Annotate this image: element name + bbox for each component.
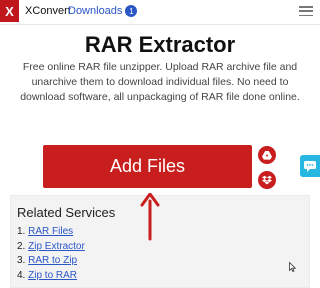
brand-name[interactable]: XConvert xyxy=(25,5,71,17)
related-services-heading: Related Services xyxy=(17,205,116,220)
page-title: RAR Extractor xyxy=(84,32,236,57)
downloads-link[interactable]: Downloads 1 xyxy=(68,5,138,17)
chat-icon xyxy=(304,160,316,172)
list-item: 4. Zip to RAR xyxy=(17,269,78,281)
chat-widget[interactable] xyxy=(300,155,320,177)
google-drive-icon xyxy=(262,150,272,160)
zip-to-rar-link[interactable]: Zip to RAR xyxy=(28,270,77,281)
list-item: 2. Zip Extractor xyxy=(17,240,85,252)
zip-extractor-link[interactable]: Zip Extractor xyxy=(28,241,85,252)
dropbox-icon xyxy=(262,175,272,185)
google-drive-button[interactable] xyxy=(258,146,276,164)
top-navigation: X XConvert Downloads 1 xyxy=(0,0,320,24)
related-services-list: 1. RAR Files 2. Zip Extractor 3. RAR to … xyxy=(17,225,85,283)
add-files-button[interactable]: Add Files xyxy=(43,145,252,188)
annotation-arrow-icon xyxy=(140,193,160,241)
page-description: Free online RAR file unzipper. Upload RA… xyxy=(20,61,300,103)
nav-divider xyxy=(0,24,320,25)
rar-to-zip-link[interactable]: RAR to Zip xyxy=(28,255,77,266)
dropbox-button[interactable] xyxy=(258,171,276,189)
menu-icon[interactable] xyxy=(299,6,313,16)
mouse-cursor-icon xyxy=(289,262,296,272)
downloads-count-badge: 1 xyxy=(125,5,138,17)
list-item: 3. RAR to Zip xyxy=(17,255,78,266)
downloads-label: Downloads xyxy=(68,5,123,17)
list-item: 1. RAR Files xyxy=(17,226,74,237)
related-services-panel: Related Services 1. RAR Files 2. Zip Ext… xyxy=(10,195,310,288)
rar-files-link[interactable]: RAR Files xyxy=(28,226,73,237)
xconvert-logo[interactable]: X xyxy=(0,0,19,22)
